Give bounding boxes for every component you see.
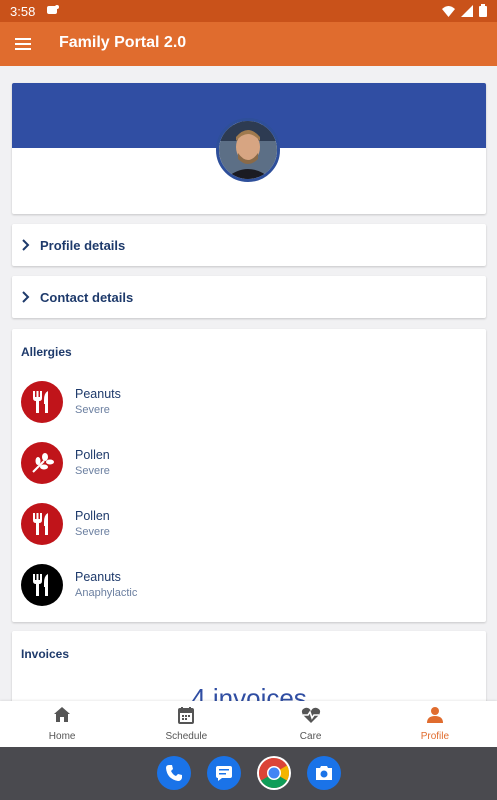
allergy-severity: Severe: [75, 404, 110, 416]
chevron-right-icon: [22, 291, 30, 303]
allergy-severity: Severe: [75, 526, 110, 538]
fork-knife-icon: [21, 381, 63, 423]
nav-care[interactable]: Care: [249, 701, 373, 747]
phone-app-icon[interactable]: [157, 756, 191, 790]
signal-icon: [461, 4, 473, 17]
nav-home-label: Home: [48, 731, 76, 742]
hamburger-menu-icon[interactable]: [14, 35, 32, 53]
bottom-navigation: Home Schedule Care Profile: [0, 701, 497, 747]
profile-details-expander[interactable]: Profile details: [12, 224, 486, 266]
messages-app-icon[interactable]: [207, 756, 241, 790]
leaf-icon: [21, 442, 63, 484]
status-time: 3:58: [10, 4, 36, 19]
allergy-name: Peanuts: [75, 570, 121, 584]
allergy-item[interactable]: Pollen Severe: [21, 503, 321, 547]
profile-details-label: Profile details: [40, 237, 126, 253]
allergy-item[interactable]: Pollen Severe: [21, 442, 321, 486]
avatar[interactable]: [216, 118, 280, 182]
chevron-right-icon: [22, 239, 30, 251]
calendar-icon: [178, 707, 195, 724]
notification-icon: [47, 5, 59, 14]
allergy-item[interactable]: Peanuts Anaphylactic: [21, 564, 321, 608]
nav-schedule[interactable]: Schedule: [124, 701, 248, 747]
allergies-title: Allergies: [21, 345, 72, 359]
nav-profile[interactable]: Profile: [373, 701, 497, 747]
invoices-card: Invoices 4 invoices: [12, 631, 486, 711]
allergy-item[interactable]: Peanuts Severe: [21, 381, 321, 425]
allergy-name: Pollen: [75, 448, 110, 462]
allergy-name: Pollen: [75, 509, 110, 523]
contact-details-label: Contact details: [40, 289, 134, 305]
allergies-card: Allergies Peanuts Severe Pollen Severe P…: [12, 329, 486, 622]
allergy-severity: Anaphylactic: [75, 587, 138, 599]
nav-profile-label: Profile: [420, 731, 450, 742]
avatar-photo: [219, 121, 277, 179]
status-bar: 3:58: [0, 0, 497, 22]
profile-card: [12, 83, 486, 214]
nav-care-label: Care: [299, 731, 322, 742]
nav-schedule-label: Schedule: [165, 731, 208, 742]
fork-knife-icon: [21, 564, 63, 606]
allergy-severity: Severe: [75, 465, 110, 477]
contact-details-expander[interactable]: Contact details: [12, 276, 486, 318]
allergy-name: Peanuts: [75, 387, 121, 401]
invoices-title: Invoices: [21, 647, 70, 661]
app-title: Family Portal 2.0: [59, 34, 187, 51]
nav-home[interactable]: Home: [0, 701, 124, 747]
person-icon: [426, 707, 443, 723]
home-icon: [54, 707, 71, 722]
app-bar: Family Portal 2.0: [0, 22, 497, 66]
heart-pulse-icon: [301, 707, 320, 723]
fork-knife-icon: [21, 503, 63, 545]
system-dock: [0, 747, 497, 800]
wifi-icon: [442, 5, 455, 17]
chrome-app-icon[interactable]: [257, 756, 291, 790]
camera-app-icon[interactable]: [307, 756, 341, 790]
battery-icon: [479, 4, 487, 17]
